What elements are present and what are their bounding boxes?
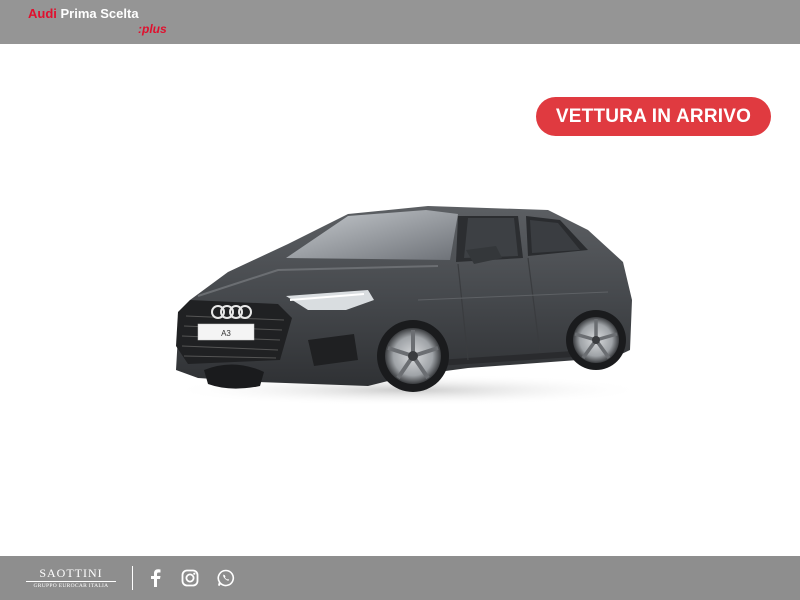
header-bar: Audi Prima Scelta :plus — [0, 0, 800, 44]
instagram-icon[interactable] — [180, 568, 200, 588]
facebook-icon[interactable] — [145, 568, 165, 588]
brand-audi: Audi — [28, 6, 57, 21]
footer-bar: SAOTTINI GRUPPO EUROCAR ITALIA — [0, 556, 800, 600]
whatsapp-icon[interactable] — [216, 568, 236, 588]
brand-logo[interactable]: Audi Prima Scelta — [28, 6, 139, 21]
brand-plus: :plus — [138, 22, 167, 36]
page: Audi Prima Scelta :plus VETTURA IN ARRIV… — [0, 0, 800, 600]
brand-name: Prima Scelta — [60, 6, 139, 21]
status-badge: VETTURA IN ARRIVO — [536, 97, 771, 136]
car-illustration: A3 — [168, 206, 638, 406]
car-image: A3 — [168, 200, 638, 410]
dealer-name: SAOTTINI — [26, 567, 116, 582]
dealer-group: GRUPPO EUROCAR ITALIA — [33, 583, 109, 589]
footer-divider — [132, 566, 133, 590]
car-plate: A3 — [221, 329, 231, 338]
dealer-logo[interactable]: SAOTTINI GRUPPO EUROCAR ITALIA — [26, 567, 116, 590]
